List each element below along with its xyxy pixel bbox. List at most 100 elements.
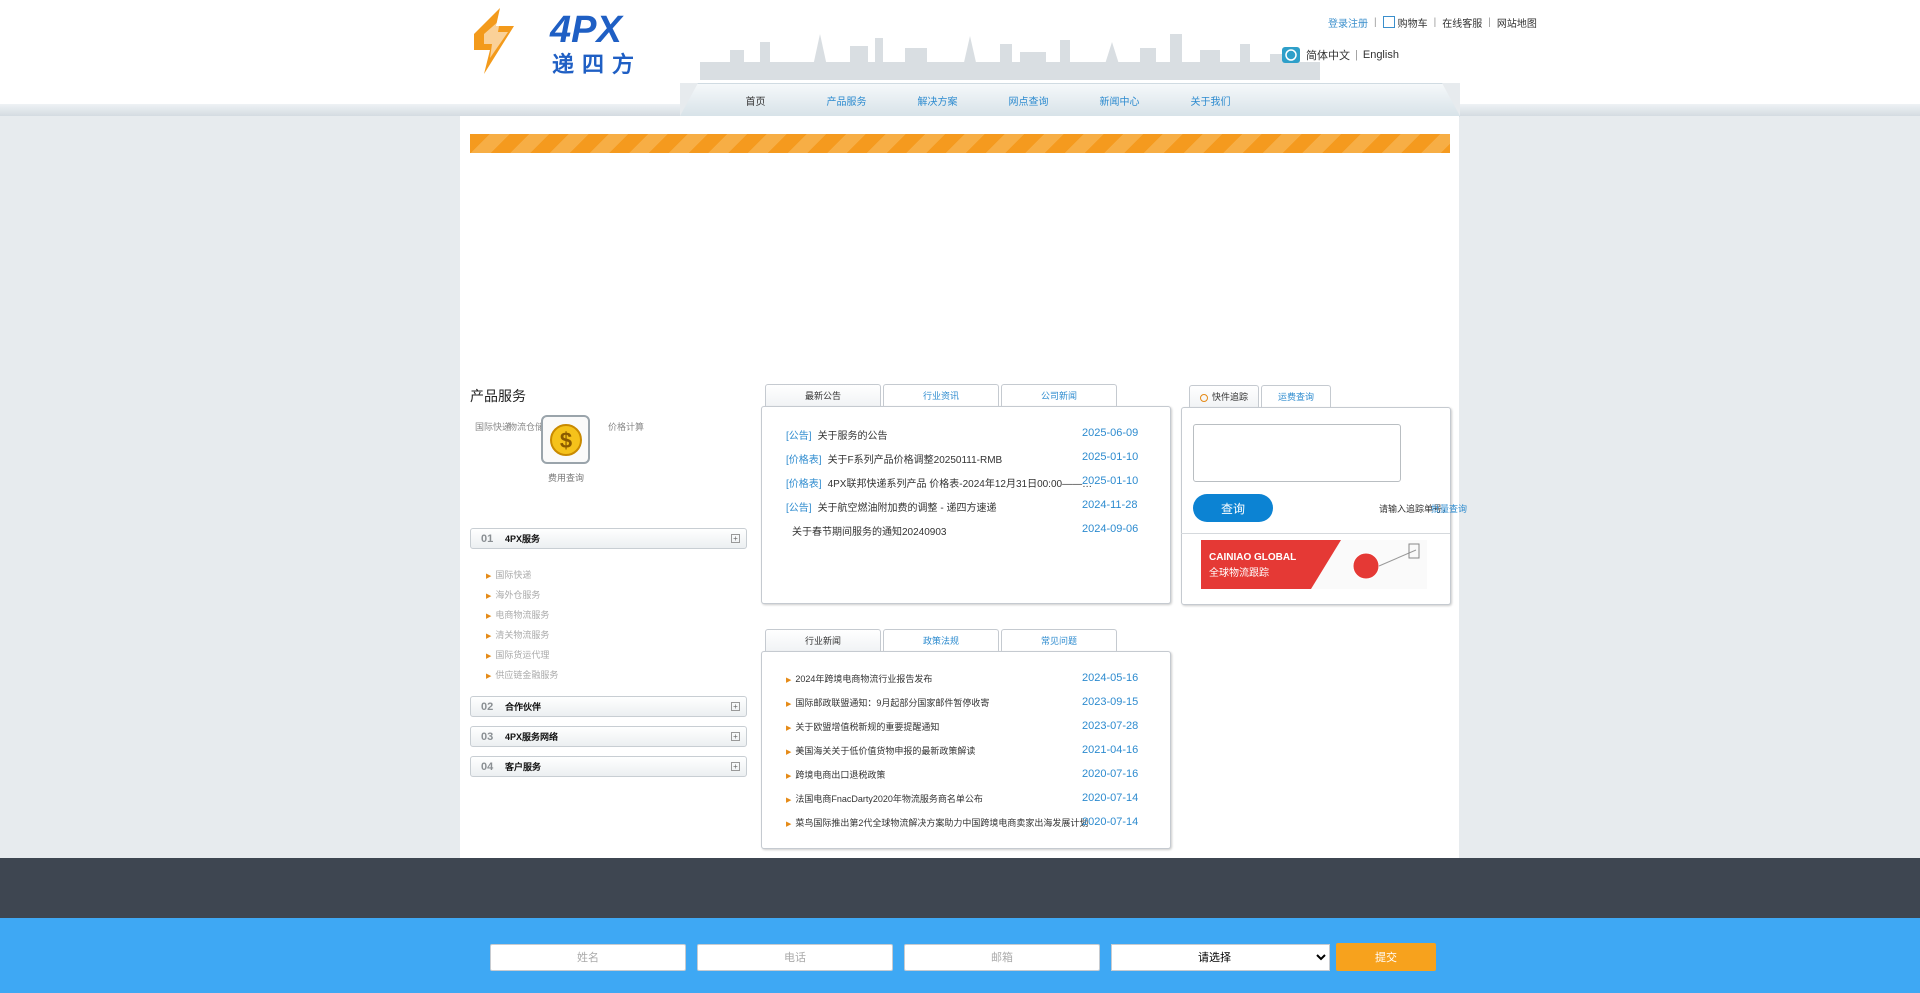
news-date: 2024-11-28	[1082, 499, 1138, 511]
accordion-partners[interactable]: 02 合作伙伴 +	[470, 696, 747, 717]
industry-date: 2023-07-28	[1082, 720, 1139, 732]
fee-query-button[interactable]: $	[541, 415, 590, 464]
cainiao-line1: CAINIAO GLOBAL	[1209, 552, 1296, 563]
news-date: 2024-09-06	[1082, 523, 1139, 535]
expand-icon: +	[731, 762, 740, 771]
service-link-express[interactable]: 国际快递	[475, 420, 511, 433]
lang-chinese-link[interactable]: 简体中文	[1306, 47, 1350, 63]
phone-input[interactable]	[697, 944, 893, 971]
bullet-arrow-icon: ▶	[786, 677, 792, 684]
banner[interactable]	[470, 134, 1450, 153]
sub-item[interactable]: ▶ 国际货运代理	[486, 648, 549, 661]
radio-dot-icon	[1199, 393, 1208, 402]
industry-date: 2020-07-16	[1082, 768, 1139, 780]
bullet-arrow-icon: ▶	[786, 773, 792, 780]
nav-products[interactable]: 产品服务	[801, 93, 892, 108]
accordion-4px-services[interactable]: 01 4PX服务 +	[470, 528, 747, 549]
industry-date: 2021-04-16	[1082, 744, 1139, 756]
language-switcher: 简体中文 | English	[1282, 47, 1399, 63]
tracking-number-input[interactable]	[1193, 424, 1401, 482]
track-button[interactable]: 查询	[1193, 494, 1273, 522]
bullet-arrow-icon: ▶	[486, 673, 492, 680]
bullet-arrow-icon: ▶	[486, 593, 492, 600]
accordion-network[interactable]: 03 4PX服务网络 +	[470, 726, 747, 747]
industry-date: 2020-07-14	[1082, 792, 1139, 804]
cainiao-line2: 全球物流跟踪	[1209, 566, 1269, 579]
sub-item[interactable]: ▶ 清关物流服务	[486, 628, 549, 641]
news-item[interactable]: [价格表] 关于F系列产品价格调整20250111-RMB	[786, 451, 1002, 466]
news-item[interactable]: 关于春节期间服务的通知20240903	[786, 523, 947, 538]
logo-subtext: 递四方	[552, 52, 642, 77]
news-date: 2025-01-10	[1082, 451, 1139, 463]
expand-icon: +	[731, 534, 740, 543]
login-link[interactable]: 登录注册	[1328, 15, 1368, 30]
industry-date: 2020-07-14	[1082, 816, 1139, 828]
news-date: 2025-06-09	[1082, 427, 1139, 439]
industry-item[interactable]: ▶ 美国海关关于低价值货物申报的最新政策解读	[786, 744, 975, 757]
news-item[interactable]: [价格表] 4PX联邦快递系列产品 价格表-2024年12月31日00:00——…	[786, 475, 1092, 490]
bullet-arrow-icon: ▶	[786, 701, 792, 708]
email-input[interactable]	[904, 944, 1100, 971]
fee-query-label: 费用查询	[547, 473, 584, 483]
online-service-link[interactable]: 在线客服	[1442, 15, 1482, 30]
speech-bubble-icon	[1282, 47, 1300, 63]
city-skyline-illustration	[700, 28, 1320, 80]
nav-outlets[interactable]: 网点查询	[983, 93, 1074, 108]
industry-item[interactable]: ▶ 2024年跨境电商物流行业报告发布	[786, 672, 932, 685]
cart-icon	[1382, 16, 1395, 28]
tab-announcements[interactable]: 最新公告	[765, 384, 881, 406]
services-title: 产品服务	[470, 388, 526, 404]
sub-item[interactable]: ▶ 供应链金融服务	[486, 668, 558, 681]
news-item[interactable]: [公告] 关于航空燃油附加费的调整 - 递四方速递	[786, 499, 996, 514]
tab-industry-news[interactable]: 行业资讯	[883, 384, 999, 406]
tab-industry[interactable]: 行业新闻	[765, 629, 881, 651]
name-input[interactable]	[490, 944, 686, 971]
industry-date: 2023-09-15	[1082, 696, 1139, 708]
category-select[interactable]: 请选择	[1111, 944, 1330, 971]
bullet-arrow-icon: ▶	[486, 633, 492, 640]
industry-item[interactable]: ▶ 跨境电商出口退税政策	[786, 768, 885, 781]
top-links: 登录注册 | 购物车 | 在线客服 | 网站地图	[1328, 15, 1537, 30]
expand-icon: +	[731, 702, 740, 711]
cart-link[interactable]: 购物车	[1398, 15, 1428, 30]
bullet-arrow-icon: ▶	[486, 573, 492, 580]
bullet-arrow-icon: ▶	[486, 613, 492, 620]
batch-query-link[interactable]: 批量查询	[1431, 502, 1467, 515]
tab-faq[interactable]: 常见问题	[1001, 629, 1117, 651]
sub-item[interactable]: ▶ 国际快递	[486, 568, 531, 581]
expand-icon: +	[731, 732, 740, 741]
nav-about[interactable]: 关于我们	[1165, 93, 1256, 108]
bullet-arrow-icon: ▶	[786, 821, 792, 828]
bullet-arrow-icon: ▶	[786, 797, 792, 804]
footer-dark-band	[0, 858, 1920, 918]
news-item[interactable]: [公告] 关于服务的公告	[786, 427, 888, 442]
industry-item[interactable]: ▶ 国际邮政联盟通知：9月起部分国家邮件暂停收寄	[786, 696, 989, 709]
industry-item[interactable]: ▶ 菜鸟国际推出第2代全球物流解决方案助力中国跨境电商卖家出海发展计划	[786, 816, 1088, 829]
lang-english-link[interactable]: English	[1363, 49, 1399, 61]
logo-text: 4PX	[549, 9, 624, 51]
tab-company-news[interactable]: 公司新闻	[1001, 384, 1117, 406]
industry-date: 2024-05-16	[1082, 672, 1139, 684]
dollar-icon: $	[549, 423, 582, 456]
logo[interactable]: 4PX 递四方	[470, 4, 646, 78]
tab-policy[interactable]: 政策法规	[883, 629, 999, 651]
nav-home[interactable]: 首页	[710, 93, 801, 108]
industry-item[interactable]: ▶ 法国电商FnacDarty2020年物流服务商名单公布	[786, 792, 983, 805]
nav-news[interactable]: 新闻中心	[1074, 93, 1165, 108]
cainiao-banner[interactable]: CAINIAO GLOBAL 全球物流跟踪	[1201, 540, 1427, 589]
tab-tracking[interactable]: 快件追踪	[1189, 385, 1259, 407]
nav-solutions[interactable]: 解决方案	[892, 93, 983, 108]
sitemap-link[interactable]: 网站地图	[1497, 15, 1537, 30]
news-date: 2025-01-10	[1082, 475, 1139, 487]
divider	[1181, 533, 1450, 534]
submit-button[interactable]: 提交	[1336, 943, 1436, 971]
service-link-calculator[interactable]: 价格计算	[608, 420, 644, 433]
tab-shipping-cost[interactable]: 运费查询	[1261, 385, 1331, 407]
accordion-customer-service[interactable]: 04 客户服务 +	[470, 756, 747, 777]
sub-item[interactable]: ▶ 电商物流服务	[486, 608, 549, 621]
svg-text:$: $	[559, 428, 571, 453]
service-link-warehouse[interactable]: 物流仓储	[508, 420, 544, 433]
sub-item[interactable]: ▶ 海外仓服务	[486, 588, 540, 601]
industry-item[interactable]: ▶ 关于欧盟增值税新规的重要提醒通知	[786, 720, 939, 733]
main-nav-items: 首页 产品服务 解决方案 网点查询 新闻中心 关于我们	[710, 93, 1256, 108]
